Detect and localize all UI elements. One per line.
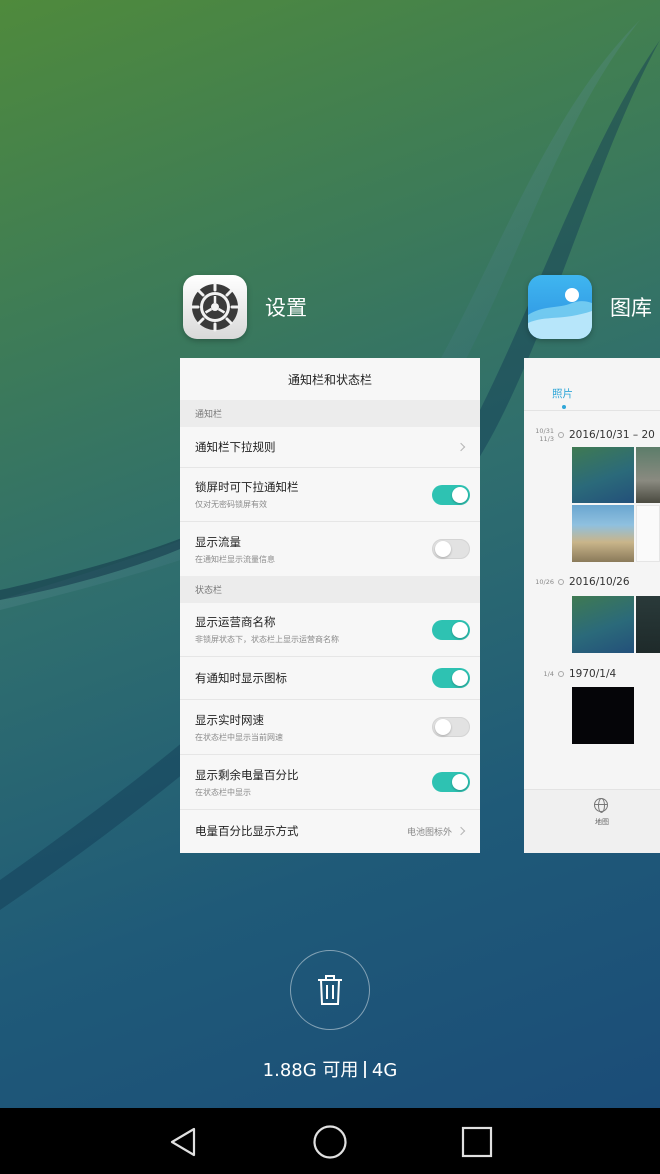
settings-app-card[interactable]: 通知栏和状态栏 通知栏 通知栏下拉规则 锁屏时可下拉通知栏 仅对无密码锁屏有效 …: [180, 358, 480, 853]
globe-icon: [594, 798, 608, 813]
chevron-right-icon: [456, 442, 466, 452]
timeline-dot-icon: [558, 432, 564, 438]
photo-thumbnail[interactable]: [572, 596, 634, 653]
setting-title: 电量百分比显示方式: [195, 824, 299, 838]
setting-subtitle: 仅对无密码锁屏有效: [195, 500, 267, 509]
home-icon: [313, 1125, 347, 1159]
setting-subtitle: 非锁屏状态下，状态栏上显示运营商名称: [195, 635, 339, 644]
memory-info: 1.88G 可用 4G: [0, 1056, 660, 1082]
settings-app-name: 设置: [265, 296, 307, 320]
section-label-notification: 通知栏: [180, 400, 480, 427]
date-label: 1970/1/4: [569, 668, 617, 680]
photo-thumbnail[interactable]: [636, 596, 660, 653]
setting-title: 有通知时显示图标: [195, 671, 287, 685]
setting-title: 显示实时网速: [195, 712, 264, 727]
clear-all-button[interactable]: [290, 950, 370, 1030]
setting-row-network-speed[interactable]: 显示实时网速 在状态栏中显示当前网速: [180, 700, 480, 755]
back-icon: [170, 1127, 196, 1157]
date-range-label: 10/31 11/3: [535, 427, 554, 443]
setting-row-pulldown-rule[interactable]: 通知栏下拉规则: [180, 427, 480, 468]
setting-row-notification-icons[interactable]: 有通知时显示图标: [180, 657, 480, 700]
recents-icon: [461, 1126, 493, 1158]
setting-title: 锁屏时可下拉通知栏: [195, 480, 299, 494]
photo-thumbnail[interactable]: [572, 447, 634, 503]
date-label: 2016/10/31 – 20: [569, 429, 655, 441]
setting-title: 显示剩余电量百分比: [195, 767, 299, 782]
toggle-switch[interactable]: [432, 539, 470, 559]
separator: [364, 1061, 366, 1078]
section-label-statusbar: 状态栏: [180, 576, 480, 603]
tab-map-label: 地图: [595, 818, 609, 826]
settings-page-title: 通知栏和状态栏: [180, 358, 480, 400]
photo-thumbnail[interactable]: [636, 505, 660, 562]
gallery-icon: [528, 275, 592, 339]
date-label: 2016/10/26: [569, 576, 630, 588]
setting-subtitle: 在通知栏显示流量信息: [195, 554, 275, 564]
active-tab-indicator: [562, 405, 566, 409]
setting-title: 显示运营商名称: [195, 615, 276, 629]
timeline-dot-icon: [558, 579, 564, 585]
setting-title: 显示流量: [195, 534, 241, 549]
recents-button[interactable]: [460, 1125, 494, 1159]
timeline-dot-icon: [558, 671, 564, 677]
date-group-header: 10/26 2016/10/26: [524, 576, 630, 588]
settings-app-header[interactable]: 设置: [183, 275, 307, 339]
network-type: 4G: [371, 1060, 398, 1081]
toggle-switch[interactable]: [432, 484, 470, 505]
setting-row-lockscreen-pulldown[interactable]: 锁屏时可下拉通知栏 仅对无密码锁屏有效: [180, 468, 480, 522]
date-group-header: 10/31 11/3 2016/10/31 – 20: [524, 427, 655, 443]
setting-subtitle: 在状态栏中显示: [195, 787, 251, 797]
toggle-switch[interactable]: [432, 717, 470, 737]
setting-row-battery-percent[interactable]: 显示剩余电量百分比 在状态栏中显示: [180, 755, 480, 810]
divider: [524, 410, 660, 411]
chevron-right-icon: [456, 826, 466, 836]
navigation-bar: [0, 1108, 660, 1174]
tab-photos[interactable]: 照片: [524, 358, 660, 410]
gallery-app-header[interactable]: 图库: [528, 275, 652, 339]
gallery-app-card[interactable]: 照片 10/31 11/3 2016/10/31 – 20 10/26 2016…: [524, 358, 660, 853]
toggle-switch[interactable]: [432, 772, 470, 792]
photo-thumbnail[interactable]: [636, 447, 660, 503]
date-range-label: 1/4: [543, 670, 554, 678]
toggle-switch[interactable]: [432, 668, 470, 688]
toggle-switch[interactable]: [432, 619, 470, 640]
gallery-app-name: 图库: [610, 296, 652, 320]
back-button[interactable]: [166, 1125, 200, 1159]
photo-thumbnail[interactable]: [572, 687, 634, 744]
memory-available: 1.88G 可用: [262, 1060, 359, 1081]
setting-row-show-traffic[interactable]: 显示流量 在通知栏显示流量信息: [180, 522, 480, 576]
setting-row-battery-display-mode[interactable]: 电量百分比显示方式 电池图标外: [180, 810, 480, 852]
tab-photos-label: 照片: [552, 388, 573, 400]
photo-thumbnail[interactable]: [572, 505, 634, 562]
date-range-label: 10/26: [535, 578, 554, 586]
tab-map[interactable]: 地图: [524, 789, 660, 853]
setting-subtitle: 在状态栏中显示当前网速: [195, 732, 283, 742]
trash-icon: [318, 975, 342, 1005]
home-button[interactable]: [313, 1125, 347, 1159]
setting-title: 通知栏下拉规则: [195, 440, 276, 454]
settings-gear-icon: [183, 275, 247, 339]
date-group-header: 1/4 1970/1/4: [524, 668, 617, 680]
setting-value: 电池图标外: [406, 827, 452, 838]
setting-row-carrier-name[interactable]: 显示运营商名称 非锁屏状态下，状态栏上显示运营商名称: [180, 603, 480, 657]
